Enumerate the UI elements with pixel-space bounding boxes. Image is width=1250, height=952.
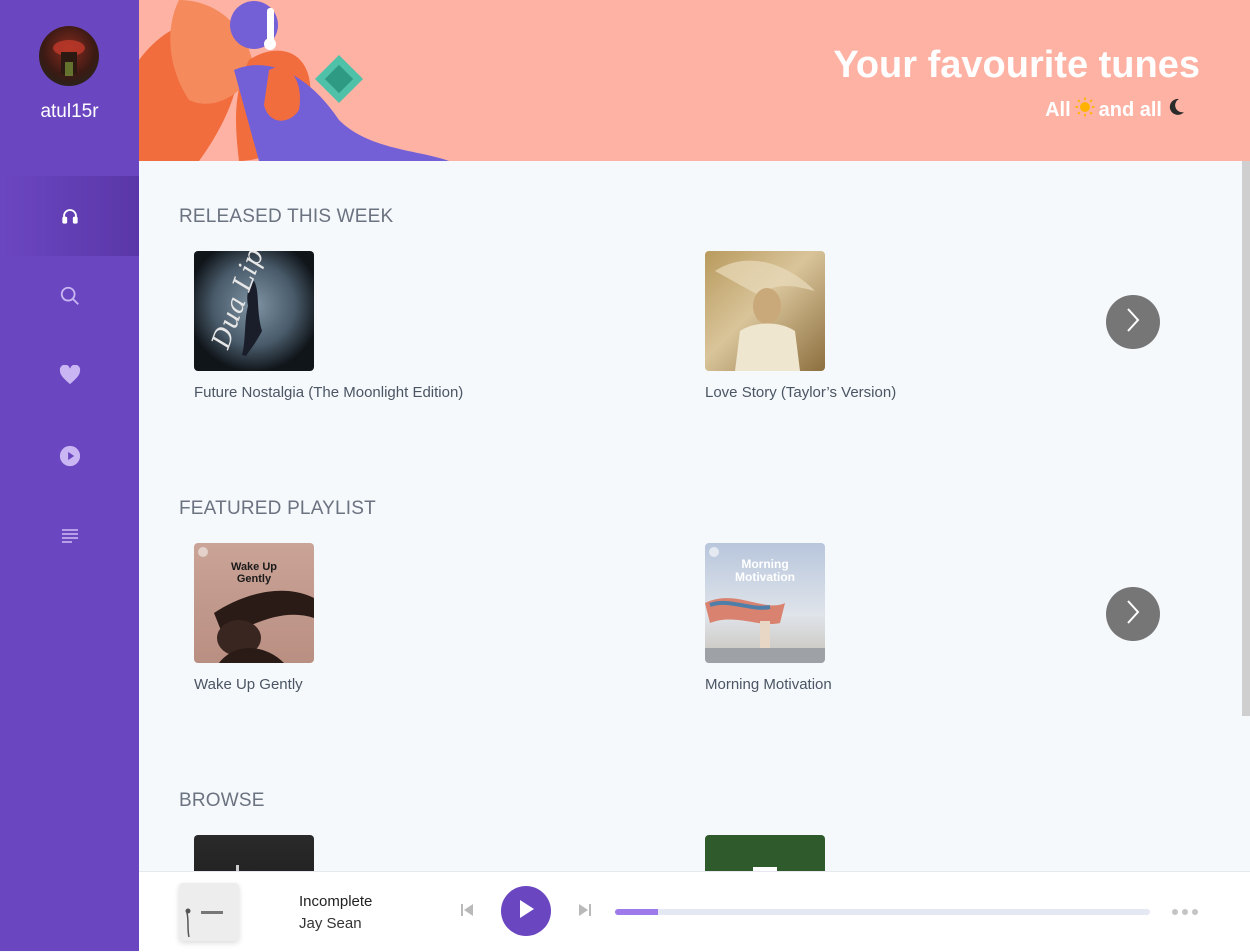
album-title: Love Story (Taylor’s Version) [705, 384, 897, 401]
sun-icon [1075, 97, 1095, 123]
sidebar: atul15r [0, 0, 139, 951]
nav-player[interactable] [0, 416, 139, 496]
progress-bar[interactable] [615, 909, 1150, 915]
svg-text:Dua Lipa: Dua Lipa [206, 251, 275, 354]
track-artist[interactable]: Jay Sean [299, 915, 362, 932]
playlist-title: Wake Up Gently [194, 676, 303, 693]
more-options-button[interactable] [1169, 902, 1201, 922]
browse-card[interactable] [194, 835, 314, 871]
nav-listen[interactable] [0, 176, 139, 256]
previous-button[interactable] [459, 903, 475, 921]
section-title-featured: FEATURED PLAYLIST [179, 498, 376, 519]
banner-subtitle-all: All [1045, 98, 1071, 121]
skip-previous-icon [460, 903, 474, 922]
playlist-cover-text: Morning Motivation [735, 557, 795, 584]
next-button[interactable] [577, 903, 593, 921]
banner-subtitle-and-all: and all [1098, 98, 1162, 121]
now-playing-cover[interactable] [179, 883, 239, 941]
browse-cover [705, 835, 825, 871]
playlist-cover-text: Wake Up Gently [230, 561, 278, 585]
headphones-icon [61, 207, 79, 225]
play-icon [517, 899, 535, 924]
section-title-browse: BROWSE [179, 790, 265, 811]
section-title-released: RELEASED THIS WEEK [179, 206, 394, 227]
avatar[interactable] [39, 26, 99, 86]
chevron-right-icon [1125, 307, 1141, 338]
nav-queue[interactable] [0, 496, 139, 576]
album-card[interactable]: Dua Lipa Future Nostalgia (The Moonlight… [194, 251, 463, 401]
play-circle-icon [59, 445, 81, 467]
search-icon [59, 285, 81, 307]
player-bar: Incomplete Jay Sean [139, 871, 1250, 952]
browse-card[interactable] [705, 835, 825, 871]
moon-icon [1166, 97, 1186, 123]
nav-search[interactable] [0, 256, 139, 336]
next-arrow-button[interactable] [1106, 295, 1160, 349]
banner-illustration [139, 0, 449, 161]
progress-fill [615, 909, 658, 915]
playlist-card[interactable]: Wake Up Gently Wake Up Gently [194, 543, 314, 693]
playlist-title: Morning Motivation [705, 676, 832, 693]
playlist-cover: Morning Motivation [705, 543, 825, 663]
username: atul15r [40, 101, 99, 122]
chevron-right-icon [1125, 599, 1141, 630]
queue-list-icon [61, 528, 79, 544]
more-horizontal-icon [1171, 903, 1199, 921]
playlist-cover: Wake Up Gently [194, 543, 314, 663]
heart-icon [59, 365, 81, 385]
album-cover: Dua Lipa [194, 251, 314, 371]
next-arrow-button[interactable] [1106, 587, 1160, 641]
browse-cover [194, 835, 314, 871]
playlist-card[interactable]: Morning Motivation Morning Motivation [705, 543, 832, 693]
main-content[interactable]: RELEASED THIS WEEK Dua Lipa Future Nosta… [139, 161, 1242, 871]
album-title: Future Nostalgia (The Moonlight Edition) [194, 384, 464, 401]
scrollbar[interactable] [1242, 161, 1250, 716]
play-button[interactable] [501, 886, 551, 936]
album-cover [705, 251, 825, 371]
banner-subtitle: All and all [1045, 97, 1186, 123]
nav-favourites[interactable] [0, 335, 139, 415]
banner: Your favourite tunes All and all [139, 0, 1250, 161]
skip-next-icon [578, 903, 592, 922]
album-card[interactable]: Love Story (Taylor’s Version) [705, 251, 896, 401]
banner-title: Your favourite tunes [833, 44, 1200, 86]
track-title[interactable]: Incomplete [299, 893, 372, 910]
